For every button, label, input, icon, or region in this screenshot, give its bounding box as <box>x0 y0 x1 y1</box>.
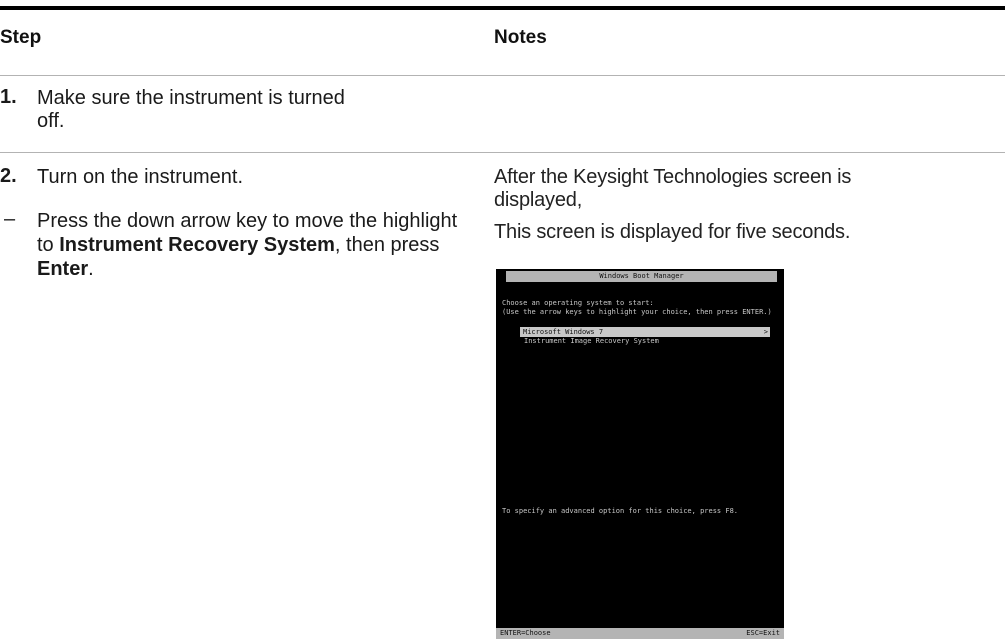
boot-option-selected-label: Microsoft Windows 7 <box>523 328 604 336</box>
step-2-text: Turn on the instrument. <box>37 166 244 188</box>
note-line-1: After the Keysight Technologies screen i… <box>494 166 852 188</box>
column-header-notes: Notes <box>494 27 547 48</box>
boot-option-2: Instrument Image Recovery System <box>524 337 659 345</box>
boot-footer-left: ENTER=Choose <box>500 629 551 637</box>
column-header-step: Step <box>0 27 42 48</box>
substep-dash: – <box>4 208 16 230</box>
row-divider <box>0 152 1005 153</box>
note-line-3: This screen is displayed for five second… <box>494 221 851 243</box>
step-1-number: 1. <box>0 86 17 108</box>
step-1-line2: off. <box>37 110 65 132</box>
substep-bold-recovery: Instrument Recovery System <box>59 234 335 256</box>
header-divider <box>0 75 1005 76</box>
substep-bold-enter: Enter <box>37 258 89 280</box>
boot-footer: ENTER=Choose ESC=Exit <box>496 628 784 639</box>
note-line-2: displayed, <box>494 189 583 211</box>
step-1-text: Make sure the instrument is turned off. <box>37 87 457 133</box>
step-1-line1: Make sure the instrument is turned <box>37 87 345 109</box>
substep-text: Press the down arrow key to move the hig… <box>37 209 477 281</box>
substep-text-post: . <box>88 258 94 280</box>
boot-option-selected: Microsoft Windows 7 > <box>520 327 770 337</box>
boot-prompt-2: (Use the arrow keys to highlight your ch… <box>502 308 772 316</box>
boot-footer-right: ESC=Exit <box>746 629 780 637</box>
boot-title: Windows Boot Manager <box>506 271 777 282</box>
boot-prompt-1: Choose an operating system to start: <box>502 299 654 307</box>
boot-option-arrow: > <box>763 328 768 336</box>
boot-manager-screenshot: Windows Boot Manager Choose an operating… <box>496 269 784 639</box>
boot-advanced-hint: To specify an advanced option for this c… <box>502 507 739 515</box>
substep-text-mid: , then press <box>334 234 440 256</box>
table-top-rule <box>0 6 1005 10</box>
step-2-number: 2. <box>0 165 17 187</box>
